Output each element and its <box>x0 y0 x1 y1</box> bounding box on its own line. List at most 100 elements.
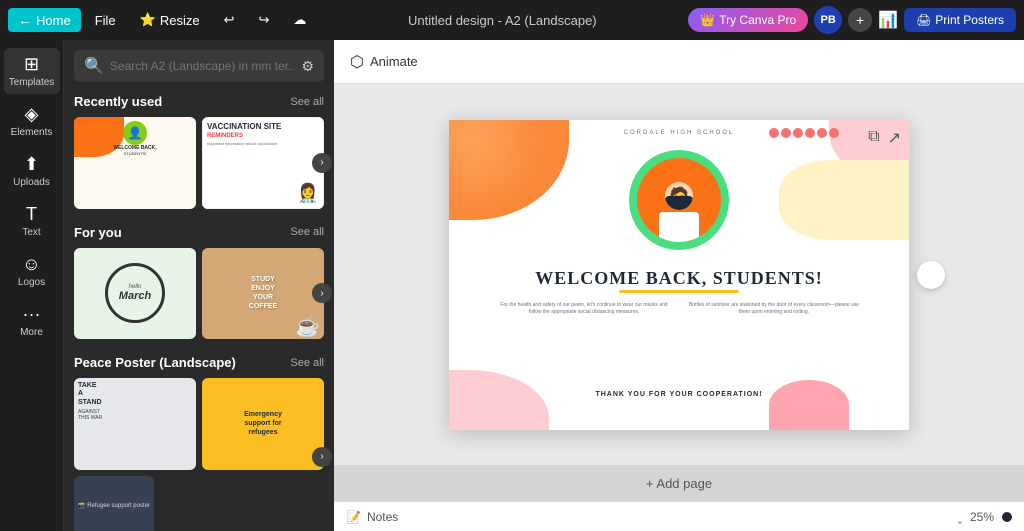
notes-button[interactable]: 📝 Notes <box>346 510 398 524</box>
recently-used-section-header: Recently used See all <box>74 94 324 109</box>
red-circles-decoration <box>769 128 839 138</box>
sidebar-item-more[interactable]: ··· More <box>4 298 60 344</box>
icon-sidebar: ⊞ Templates ◈ Elements ⬆ Uploads T Text … <box>0 40 64 531</box>
try-pro-label: Try Canva Pro <box>719 13 796 27</box>
peace-poster-title: Peace Poster (Landscape) <box>74 355 236 370</box>
main-layout: ⊞ Templates ◈ Elements ⬆ Uploads T Text … <box>0 40 1024 531</box>
nav-right-actions: 👑 Try Canva Pro PB + 📊 🖨 Print Posters <box>688 6 1016 34</box>
shape-orange-top-left <box>449 120 569 220</box>
template-coffee[interactable]: STUDYENJOYYOURCOFFEE ☕ <box>202 248 324 340</box>
zoom-level: 25% <box>970 510 994 524</box>
sidebar-item-logos[interactable]: ☺ Logos <box>4 248 60 294</box>
undo-button[interactable]: ↩ <box>214 8 245 32</box>
red-circle <box>769 128 779 138</box>
redo-button[interactable]: ↪ <box>248 8 279 32</box>
avatar[interactable]: PB <box>814 6 842 34</box>
uploads-icon: ⬆ <box>24 154 39 175</box>
recently-used-see-all[interactable]: See all <box>290 96 324 108</box>
undo-icon: ↩ <box>224 12 235 28</box>
template-take-stand[interactable]: TAKEASTAND AGAINSTTHIS WAR <box>74 378 196 470</box>
shape-beige-right <box>779 160 909 240</box>
template-march[interactable]: hello March <box>74 248 196 340</box>
copy-icon[interactable]: ⧉ <box>868 128 879 148</box>
share-icon[interactable]: ↗ <box>888 128 901 148</box>
animate-icon: ⬡ <box>350 52 364 72</box>
sidebar-item-label: Templates <box>9 77 55 88</box>
home-label: Home <box>36 13 71 28</box>
search-icon: 🔍 <box>84 56 104 76</box>
templates-icon: ⊞ <box>24 54 39 75</box>
template-emergency[interactable]: Emergencysupport forrefugees <box>202 378 324 470</box>
body-text-container: For the health and safety of our peers, … <box>495 302 863 317</box>
refresh-button[interactable]: ↻ <box>917 261 945 289</box>
zoom-out-icon[interactable]: ˬ <box>958 510 962 524</box>
sidebar-item-text[interactable]: T Text <box>4 198 60 244</box>
sidebar-item-label: Elements <box>11 127 53 138</box>
template-vaccination[interactable]: VACCINATION SITE REMINDERS Important inf… <box>202 117 324 209</box>
canvas-area: ⬡ Animate <box>334 40 1024 531</box>
sidebar-item-elements[interactable]: ◈ Elements <box>4 98 60 144</box>
try-pro-button[interactable]: 👑 Try Canva Pro <box>688 8 808 32</box>
template-welcome-back[interactable]: WELCOME BACK, STUDENTS! 👤 <box>74 117 196 209</box>
filter-icon[interactable]: ⚙ <box>301 58 314 75</box>
for-you-next-arrow[interactable]: › <box>312 283 332 303</box>
crown-icon: 👑 <box>700 13 715 27</box>
canvas-toolbar: ⬡ Animate <box>334 40 1024 84</box>
peace-poster-section-header: Peace Poster (Landscape) See all <box>74 355 324 370</box>
for-you-see-all[interactable]: See all <box>290 226 324 238</box>
person-circle-container: 🧑 <box>629 150 729 250</box>
more-icon: ··· <box>23 304 41 325</box>
bottom-bar: 📝 Notes ˬ 25% <box>334 501 1024 531</box>
for-you-title: For you <box>74 225 122 240</box>
cloud-button[interactable]: ☁ <box>283 8 316 32</box>
sidebar-item-label: Text <box>22 227 40 238</box>
sidebar-item-label: Logos <box>18 277 45 288</box>
add-page-label: + Add page <box>646 476 712 491</box>
person-figure: 🧑 <box>649 172 709 242</box>
peace-poster-grid: TAKEASTAND AGAINSTTHIS WAR Emergencysupp… <box>74 378 324 531</box>
sidebar-item-templates[interactable]: ⊞ Templates <box>4 48 60 94</box>
design-canvas[interactable]: ⧉ ↗ CORDALE HIGH SCHOOL 🧑 <box>449 120 909 430</box>
person-mask <box>665 196 693 210</box>
animate-label: Animate <box>370 54 418 69</box>
sidebar-item-label: More <box>20 327 43 338</box>
document-title: Untitled design - A2 (Landscape) <box>320 13 684 28</box>
template-refugee[interactable]: 📸 Refugee support poster <box>74 476 154 531</box>
main-title: WELCOME BACK, STUDENTS! <box>535 268 823 289</box>
peace-poster-see-all[interactable]: See all <box>290 357 324 369</box>
recently-used-title: Recently used <box>74 94 162 109</box>
recently-used-grid: WELCOME BACK, STUDENTS! 👤 VACCINATION SI… <box>74 117 324 209</box>
add-page-bar[interactable]: + Add page <box>334 465 1024 501</box>
analytics-icon[interactable]: 📊 <box>878 10 898 30</box>
body-text-left: For the health and safety of our peers, … <box>495 302 673 317</box>
person-circle-inner: 🧑 <box>637 158 721 242</box>
print-label: Print Posters <box>935 13 1004 27</box>
recently-used-next-arrow[interactable]: › <box>312 153 332 173</box>
canvas-scroll: ⧉ ↗ CORDALE HIGH SCHOOL 🧑 <box>334 84 1024 465</box>
search-input[interactable] <box>110 59 296 73</box>
red-circle <box>829 128 839 138</box>
add-collaborator-button[interactable]: + <box>848 8 872 32</box>
resize-button[interactable]: ⭐ Resize <box>130 8 210 32</box>
canvas-wrapper: ⧉ ↗ CORDALE HIGH SCHOOL 🧑 <box>449 120 909 430</box>
top-navigation: ← Home File ⭐ Resize ↩ ↪ ☁ Untitled desi… <box>0 0 1024 40</box>
sidebar-item-uploads[interactable]: ⬆ Uploads <box>4 148 60 194</box>
print-icon: 🖨 <box>916 13 931 27</box>
animate-button[interactable]: ⬡ Animate <box>350 52 418 72</box>
templates-panel: 🔍 ⚙ Recently used See all WELCOME BACK, … <box>64 40 334 531</box>
for-you-section-header: For you See all <box>74 225 324 240</box>
logos-icon: ☺ <box>22 254 40 275</box>
resize-icon: ⭐ <box>140 12 156 28</box>
zoom-slider-handle[interactable] <box>1002 512 1012 522</box>
text-icon: T <box>26 204 37 225</box>
red-circle <box>781 128 791 138</box>
person-circle-outer: 🧑 <box>629 150 729 250</box>
red-circle <box>793 128 803 138</box>
file-button[interactable]: File <box>85 9 126 32</box>
redo-icon: ↪ <box>258 12 269 28</box>
notes-icon: 📝 <box>346 510 361 524</box>
body-text-right: Bottles of sanitizer are stationed by th… <box>685 302 863 317</box>
print-button[interactable]: 🖨 Print Posters <box>904 8 1016 32</box>
peace-poster-next-arrow[interactable]: › <box>312 447 332 467</box>
home-button[interactable]: ← Home <box>8 8 81 32</box>
